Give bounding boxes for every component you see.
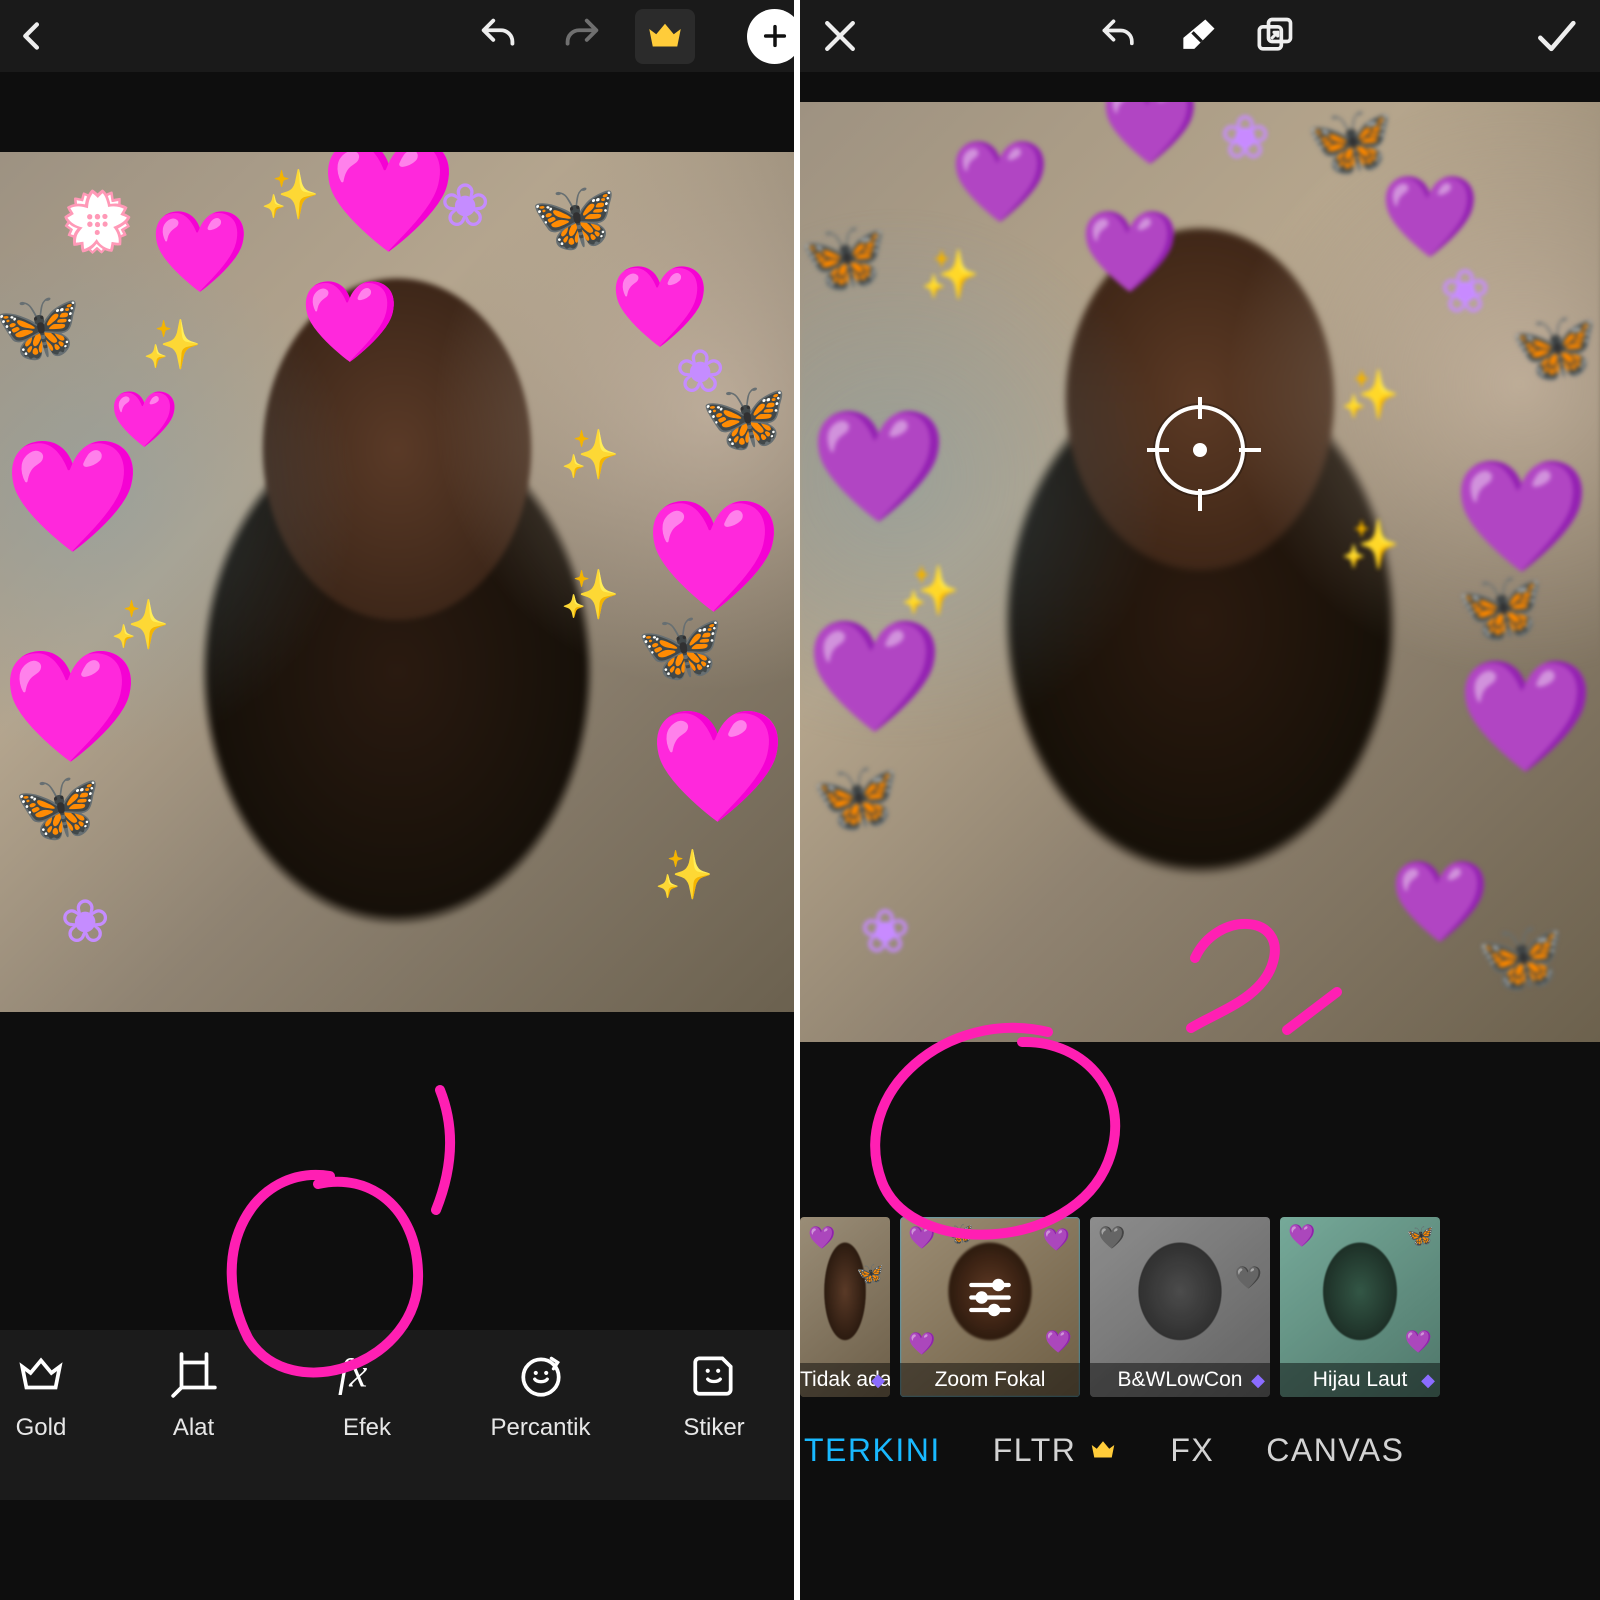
filter-hijau-laut[interactable]: 💜 🦋 💜 Hijau Laut ◆ <box>1280 1217 1440 1397</box>
sliders-icon <box>961 1272 1019 1327</box>
tool-efek[interactable]: fx Efek <box>311 1350 423 1442</box>
add-button[interactable] <box>747 9 802 64</box>
tool-label: Gold <box>16 1414 67 1442</box>
close-button[interactable] <box>818 14 862 58</box>
tab-label: FX <box>1170 1432 1214 1469</box>
tool-alat[interactable]: Alat <box>138 1350 250 1442</box>
redo-button[interactable] <box>553 13 609 59</box>
photo-subject <box>0 152 794 1012</box>
canvas-area-right[interactable]: 💜 💜 💜 💜 💜 💜 💜 💜 💜 ❀ ❀ ❀ 🦋 🦋 🦋 🦋 🦋 🦋 ✨ <box>800 72 1600 1215</box>
focal-crosshair-icon[interactable] <box>1155 405 1245 495</box>
filter-zoom-fokal[interactable]: 💜 🦋 💜 💜 💜 Zoom Fokal <box>900 1217 1080 1397</box>
undo-button[interactable] <box>1091 14 1147 58</box>
filter-label: Zoom Fokal <box>900 1363 1080 1397</box>
premium-crown-button[interactable] <box>635 9 695 64</box>
tab-label: FLTR <box>993 1432 1077 1469</box>
tool-label: Percantik <box>490 1414 590 1442</box>
tab-fltr[interactable]: FLTR <box>993 1432 1119 1469</box>
eraser-button[interactable] <box>1173 14 1223 58</box>
undo-button[interactable] <box>471 13 527 59</box>
crown-icon <box>1088 1435 1118 1465</box>
tab-terkini[interactable]: TERKINI <box>804 1432 941 1469</box>
filter-label: B&WLowCon <box>1090 1363 1270 1397</box>
tab-label: CANVAS <box>1266 1432 1404 1469</box>
photo-subject <box>800 102 1600 1042</box>
gem-icon: ◆ <box>1251 1370 1265 1391</box>
gem-icon: ◆ <box>871 1370 885 1391</box>
tool-label: Alat <box>173 1414 214 1442</box>
topbar-left <box>0 0 794 72</box>
filter-label: Hijau Laut <box>1280 1363 1440 1397</box>
tool-stiker[interactable]: Stiker <box>658 1350 770 1442</box>
topbar-right <box>800 0 1600 72</box>
tool-gold[interactable]: Gold <box>6 1350 76 1442</box>
filter-bwlowcon[interactable]: 💜 💜 B&WLowCon ◆ <box>1090 1217 1270 1397</box>
gem-icon: ◆ <box>1421 1370 1435 1391</box>
svg-text:fx: fx <box>338 1351 367 1396</box>
apply-button[interactable] <box>1528 14 1582 58</box>
canvas-area-left[interactable]: 💜 💜 💜 💜 💜 💜 💜 💜 💜 💮 ❀ ❀ ❀ 🦋 🦋 🦋 🦋 🦋 ✨ <box>0 72 794 1330</box>
compare-button[interactable] <box>1249 14 1299 58</box>
filter-tidak-ada[interactable]: 💜 🦋 Tidak ada ◆ <box>800 1217 890 1397</box>
tool-label: Efek <box>343 1414 391 1442</box>
tab-canvas[interactable]: CANVAS <box>1266 1432 1404 1469</box>
tab-label: TERKINI <box>804 1432 941 1469</box>
bottom-toolbar-left: Gold Alat fx Efek Percantik Stiker <box>0 1330 794 1500</box>
tool-percantik[interactable]: Percantik <box>485 1350 597 1442</box>
category-tabs: TERKINI FLTR FX CANVAS <box>800 1400 1600 1500</box>
filter-strip: 💜 🦋 Tidak ada ◆ 💜 🦋 💜 💜 💜 Zoom Fokal � <box>800 1215 1600 1400</box>
tool-label: Stiker <box>683 1414 744 1442</box>
tab-fx[interactable]: FX <box>1170 1432 1214 1469</box>
back-button[interactable] <box>10 13 56 59</box>
